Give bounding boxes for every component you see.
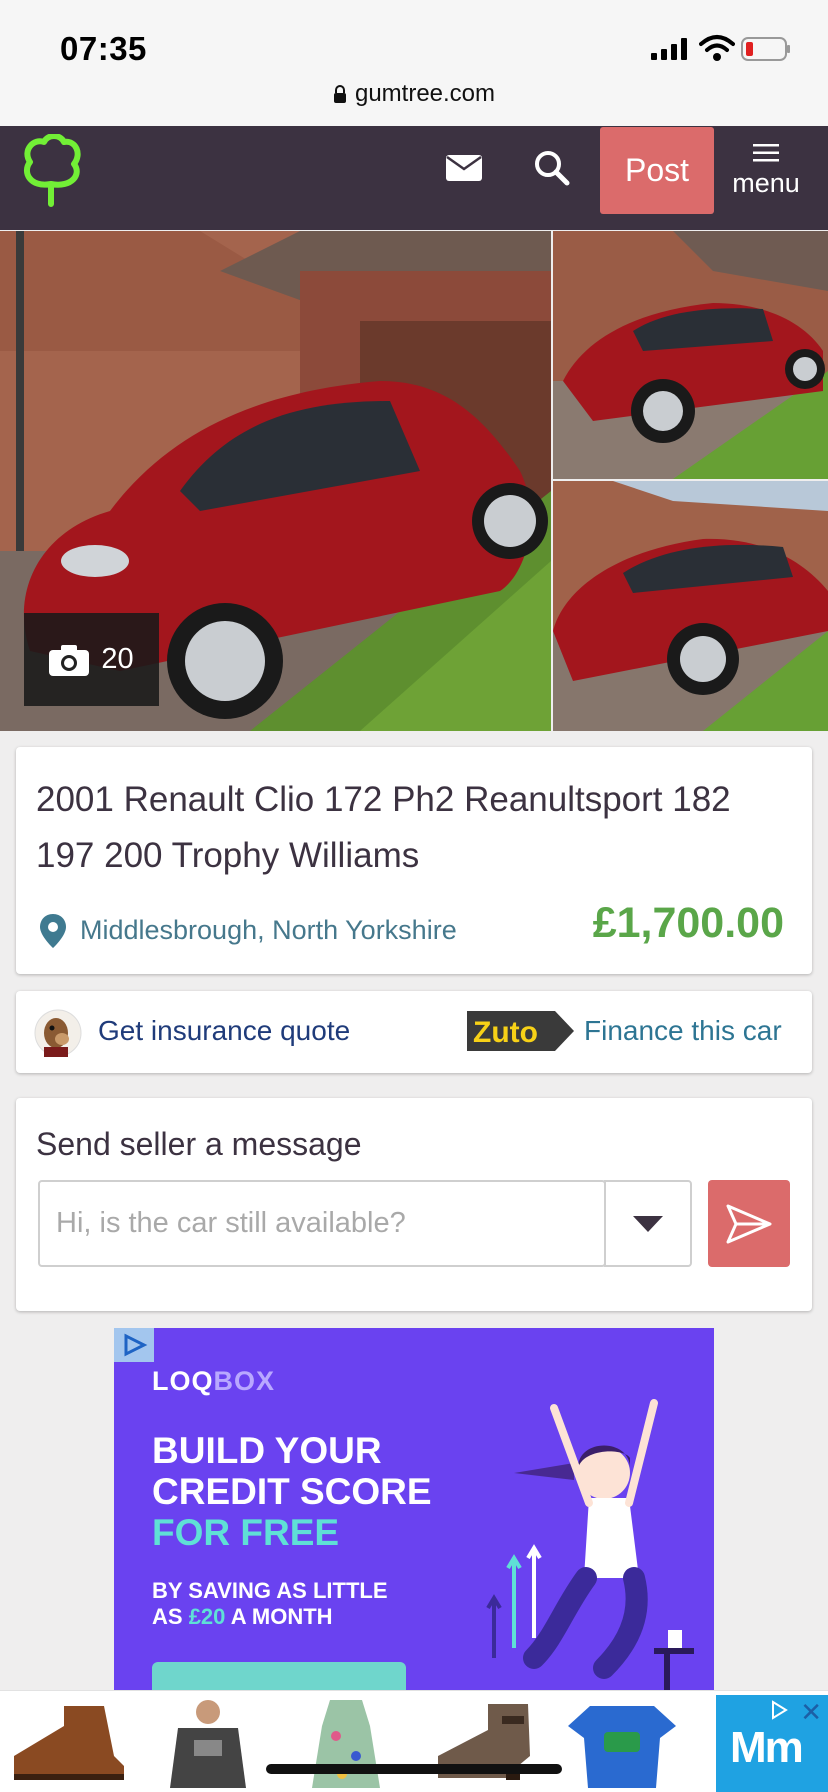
menu-button[interactable]: menu (728, 144, 804, 208)
message-title: Send seller a message (36, 1126, 362, 1162)
ad-illustration (486, 1399, 694, 1691)
home-indicator[interactable] (266, 1764, 562, 1774)
adchoices-icon[interactable] (768, 1699, 790, 1721)
thumbnail-photo[interactable] (553, 481, 828, 731)
insurance-quote-link[interactable]: Get insurance quote (98, 1015, 350, 1047)
menu-icon (753, 144, 779, 162)
send-icon (726, 1204, 772, 1243)
address-bar[interactable]: gumtree.com (0, 80, 828, 108)
product-dress[interactable] (280, 1696, 412, 1788)
listing-price: £1,700.00 (592, 899, 784, 947)
close-ad-icon[interactable]: ✕ (800, 1697, 822, 1728)
product-kids-tshirt[interactable] (556, 1696, 688, 1788)
cell-signal-icon (651, 38, 687, 60)
ad-subtext: BY SAVING AS LITTLE AS £20 A MONTH (152, 1578, 388, 1629)
battery-icon (741, 37, 790, 61)
location-pin-icon (40, 914, 66, 948)
zuto-logo[interactable]: Zuto (467, 1011, 574, 1051)
status-bar: 07:35 gumtree.com (0, 0, 828, 126)
product-ad-strip: ✕ Mm (0, 1690, 828, 1792)
adchoices-icon[interactable] (114, 1328, 154, 1362)
loqbox-advert[interactable]: LOQBOX BUILD YOUR CREDIT SCORE FOR FREE … (114, 1328, 714, 1691)
message-input[interactable] (38, 1180, 606, 1267)
ad-logo: LOQBOX (152, 1366, 276, 1396)
zuto-brand: Zuto (473, 1016, 538, 1049)
camera-icon (49, 644, 90, 676)
message-template-dropdown[interactable] (604, 1180, 692, 1267)
product-boot[interactable] (4, 1696, 136, 1788)
lock-icon (333, 85, 346, 103)
thumbnail-photo[interactable] (553, 231, 828, 479)
mail-icon[interactable] (446, 155, 482, 181)
send-message-card: Send seller a message (16, 1098, 812, 1311)
wifi-icon (699, 35, 735, 61)
listing-summary-card: 2001 Renault Clio 172 Ph2 Reanultsport 1… (16, 747, 812, 974)
listing-title: 2001 Renault Clio 172 Ph2 Reanultsport 1… (36, 780, 731, 875)
listing-location[interactable]: Middlesbrough, North Yorkshire (80, 915, 457, 946)
mm-direct-ad[interactable]: ✕ Mm (716, 1695, 828, 1792)
search-icon[interactable] (534, 150, 570, 186)
meerkat-icon (34, 1009, 82, 1057)
gumtree-logo-icon[interactable] (20, 134, 82, 210)
menu-label: menu (732, 168, 800, 198)
mm-brand: Mm (730, 1723, 804, 1772)
photo-count: 20 (101, 643, 134, 675)
ad-headline: BUILD YOUR CREDIT SCORE FOR FREE (152, 1430, 432, 1553)
insurance-finance-card: Get insurance quote Zuto Finance this ca… (16, 991, 812, 1073)
product-tshirt[interactable] (142, 1696, 274, 1788)
status-time: 07:35 (60, 30, 147, 67)
ad-cta-button[interactable] (152, 1662, 406, 1691)
finance-link[interactable]: Finance this car (584, 1015, 782, 1047)
photo-count-badge[interactable]: 20 (24, 613, 159, 706)
post-button[interactable]: Post (600, 127, 714, 214)
url-text: gumtree.com (354, 80, 496, 107)
product-ankle-boot[interactable] (418, 1696, 550, 1788)
send-button[interactable] (708, 1180, 790, 1267)
chevron-down-icon (633, 1215, 663, 1232)
